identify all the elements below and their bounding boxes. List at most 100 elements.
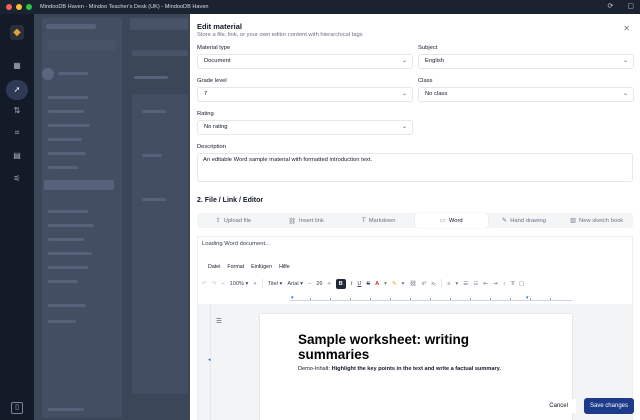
text-icon: T [361, 217, 366, 224]
undo-icon[interactable]: ↶ [202, 281, 207, 287]
redo-icon[interactable]: ↷ [212, 281, 217, 287]
class-select[interactable]: No class ⌄ [418, 87, 634, 102]
highlight-icon[interactable]: ✎ [392, 281, 397, 287]
subject-label: Subject [418, 45, 438, 51]
tab-upload-file[interactable]: ⇪ Upload file [197, 213, 270, 228]
editor-toolbar: ↶ ↷ − 100% ▾ + Titel ▾ Arial ▾ − 26 + B … [202, 277, 630, 290]
chevron-down-icon: ⌄ [622, 91, 628, 97]
horizontal-ruler: ▾ ▾ [290, 295, 572, 301]
upload-icon: ⇪ [215, 217, 221, 224]
line-spacing-icon[interactable]: ↕ [503, 281, 506, 287]
chevron-down-icon: ⌄ [622, 58, 628, 64]
outline-icon[interactable]: ☰ [216, 317, 222, 325]
app-rail: ◆ ▦ ➚ ⇅ ⌗ ▤ ⚟ ▯ [0, 14, 34, 420]
link-icon[interactable]: ⛓ [409, 281, 416, 287]
chevron-down-icon[interactable]: ▾ [402, 281, 405, 287]
chevron-down-icon[interactable]: ▾ [384, 281, 387, 287]
style-select[interactable]: Titel ▾ [268, 281, 283, 287]
tab-label: New sketch book [579, 217, 624, 224]
cancel-button[interactable]: Cancel [541, 399, 576, 413]
book-icon: ▥ [570, 217, 577, 224]
material-type-value: Document [204, 58, 231, 64]
menu-format[interactable]: Format [227, 264, 244, 270]
font-select[interactable]: Arial ▾ [287, 281, 303, 287]
menu-insert[interactable]: Einfügen [251, 264, 272, 270]
tab-word[interactable]: ▭ Word [415, 213, 488, 228]
background-app-dimmed [34, 14, 190, 420]
calendar-icon[interactable]: ▤ [10, 149, 24, 163]
save-changes-button[interactable]: Save changes [583, 398, 634, 414]
chevron-down-icon[interactable]: ▾ [455, 281, 458, 287]
document-title: Sample worksheet: writing summaries [298, 332, 470, 362]
document-icon: ▭ [440, 217, 446, 224]
indent-marker-icon[interactable]: ▾ [526, 295, 529, 301]
underline-icon[interactable]: U [357, 281, 361, 287]
editor-menubar: Datei Format Einfügen Hilfe [208, 264, 290, 270]
indent-marker-icon[interactable]: ▾ [291, 295, 294, 301]
font-size-decrease-icon[interactable]: − [308, 281, 311, 287]
dialog-subtitle: Store a file, link, or your own editor c… [197, 32, 363, 38]
grade-level-value: 7 [204, 91, 208, 97]
close-icon[interactable]: ✕ [623, 24, 630, 33]
loading-status: Loading Word document... [202, 241, 270, 247]
zoom-select[interactable]: 100% ▾ [230, 281, 249, 287]
dialog-footer: Cancel Save changes [541, 398, 634, 414]
align-left-icon[interactable]: ≡ [447, 281, 450, 287]
tab-label: Markdown [368, 217, 396, 224]
tab-new-sketch-book[interactable]: ▥ New sketch book [560, 213, 633, 228]
zoom-in-icon[interactable]: + [253, 281, 256, 287]
bold-icon[interactable]: B [335, 278, 346, 289]
rating-select[interactable]: No rating ⌄ [197, 120, 413, 135]
rating-label: Rating [197, 111, 214, 117]
subscript-icon[interactable]: x₂ [431, 281, 436, 287]
window-controls [6, 4, 32, 10]
strikethrough-icon[interactable]: S [366, 281, 370, 287]
material-type-select[interactable]: Document ⌄ [197, 54, 413, 69]
link-icon: ⛓ [288, 217, 297, 225]
description-textarea[interactable]: An editable Word sample material with fo… [197, 153, 633, 182]
document-page[interactable]: Sample worksheet: writing summaries Demo… [260, 314, 572, 420]
italic-icon[interactable]: I [351, 281, 353, 287]
chevron-down-icon: ⌄ [401, 58, 407, 64]
indent-increase-icon[interactable]: ⇥ [493, 281, 498, 287]
description-label: Description [197, 144, 226, 150]
bullet-list-icon[interactable]: ☰ [463, 281, 468, 287]
minimize-window-button[interactable] [16, 4, 22, 10]
menu-file[interactable]: Datei [208, 264, 220, 270]
font-size-increase-icon[interactable]: + [327, 281, 330, 287]
subject-select[interactable]: English ⌄ [418, 54, 634, 69]
font-size-value[interactable]: 26 [316, 281, 322, 287]
sliders-icon[interactable]: ⚟ [10, 172, 24, 186]
section-heading: 2. File / Link / Editor [197, 197, 264, 204]
tab-hand-drawing[interactable]: ✎ Hand drawing [488, 213, 561, 228]
comment-icon[interactable]: ▢ [519, 281, 524, 287]
tab-markdown[interactable]: T Markdown [342, 213, 415, 228]
window-titlebar: MindooDB Haven - Mindoo Teacher's Desk (… [0, 0, 640, 14]
layout-icon[interactable]: ▢ [627, 2, 634, 10]
sidebar-toggle-icon[interactable]: ▯ [11, 402, 23, 414]
subject-value: English [425, 58, 445, 64]
tab-label: Upload file [223, 217, 252, 224]
menu-help[interactable]: Hilfe [279, 264, 290, 270]
word-editor: Loading Word document... Datei Format Ei… [197, 236, 633, 420]
sort-arrows-icon[interactable]: ⇅ [10, 104, 24, 118]
maximize-window-button[interactable] [26, 4, 32, 10]
chevron-down-icon: ⌄ [401, 124, 407, 130]
superscript-icon[interactable]: x² [422, 281, 427, 287]
content-source-tabs: ⇪ Upload file ⛓ Insert link T Markdown ▭… [197, 213, 633, 228]
scan-icon[interactable]: ⌗ [10, 126, 24, 140]
font-value: Arial [287, 280, 299, 287]
tab-insert-link[interactable]: ⛓ Insert link [270, 213, 343, 228]
dashboard-icon[interactable]: ▦ [10, 59, 24, 73]
app-logo-icon[interactable]: ◆ [10, 25, 24, 40]
rating-value: No rating [204, 124, 228, 130]
indent-decrease-icon[interactable]: ⇤ [483, 281, 488, 287]
grade-level-select[interactable]: 7 ⌄ [197, 87, 413, 102]
numbered-list-icon[interactable]: ☷ [473, 281, 478, 287]
rocket-icon[interactable]: ➚ [6, 80, 28, 100]
zoom-out-icon[interactable]: − [221, 281, 224, 287]
close-window-button[interactable] [6, 4, 12, 10]
clear-format-icon[interactable]: T̸ [510, 281, 513, 287]
text-color-icon[interactable]: A [375, 281, 379, 287]
sync-icon[interactable]: ⟳ [608, 2, 614, 10]
